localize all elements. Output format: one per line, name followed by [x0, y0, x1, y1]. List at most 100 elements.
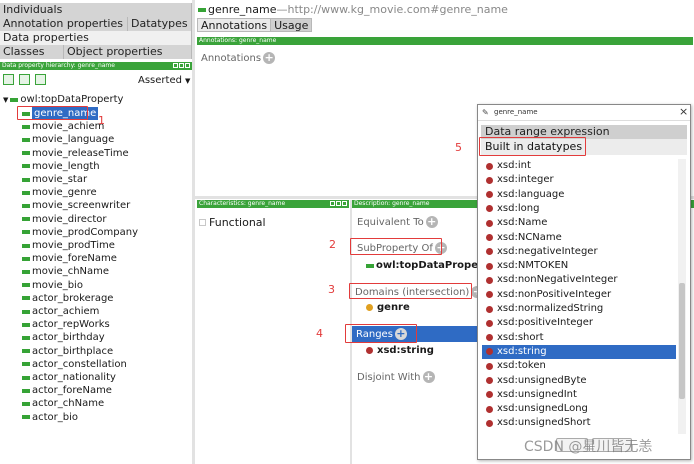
tree-item[interactable]: actor_bio	[22, 411, 78, 424]
datatype-icon	[366, 347, 373, 354]
tree-item[interactable]: movie_prodTime	[22, 239, 115, 252]
tree-item[interactable]: movie_length	[22, 160, 100, 173]
tree-item[interactable]: actor_brokerage	[22, 292, 113, 305]
add-subproperty-icon[interactable]	[3, 74, 14, 85]
tree-item[interactable]: actor_foreName	[22, 384, 112, 397]
datatype-item[interactable]: xsd:long	[486, 202, 680, 216]
data-property-icon	[22, 190, 30, 195]
tree-item[interactable]: actor_achiem	[22, 305, 99, 318]
tree-item[interactable]: actor_birthplace	[22, 345, 113, 358]
tree-root[interactable]: ▼ owl:topDataProperty	[3, 94, 123, 105]
datatype-item[interactable]: xsd:unsignedInt	[486, 388, 680, 402]
datatype-item[interactable]: xsd:unsignedShort	[486, 416, 680, 430]
tree-item[interactable]: movie_language	[22, 133, 114, 146]
datatype-icon	[486, 348, 493, 356]
datatype-item[interactable]: xsd:token	[486, 359, 680, 373]
tree-item[interactable]: movie_releaseTime	[22, 147, 129, 160]
datatype-label: xsd:Name	[497, 217, 548, 229]
datatype-item[interactable]: xsd:short	[486, 331, 680, 345]
datatype-item[interactable]: xsd:unsignedByte	[486, 374, 680, 388]
tab-data-properties[interactable]: Data properties	[0, 31, 192, 45]
red-number-1: 1	[98, 114, 105, 127]
datatype-label: xsd:normalizedString	[497, 303, 604, 314]
left-splitter[interactable]	[192, 0, 195, 464]
dialog-close-button[interactable]: ×	[679, 105, 688, 118]
expand-icon[interactable]: ▼	[3, 96, 8, 104]
asserted-dropdown[interactable]: Asserted ▼	[138, 75, 190, 86]
tab-object-properties[interactable]: Object properties	[64, 45, 192, 59]
delete-property-icon[interactable]	[35, 74, 46, 85]
datatype-item[interactable]: xsd:NCName	[486, 231, 680, 245]
tree-item[interactable]: actor_birthday	[22, 331, 105, 344]
datatype-item[interactable]: xsd:positiveInteger	[486, 316, 680, 330]
datatype-item[interactable]: xsd:NMTOKEN	[486, 259, 680, 273]
add-equivalent-icon[interactable]: +	[425, 216, 438, 228]
tree-item[interactable]: movie_star	[22, 173, 87, 186]
red-box-4	[345, 324, 417, 343]
add-annotation-icon[interactable]: +	[263, 52, 276, 64]
disjoint-section: Disjoint With +	[357, 371, 435, 383]
tree-item[interactable]: movie_prodCompany	[22, 226, 138, 239]
tree-item-label: actor_birthday	[32, 332, 105, 344]
red-number-3: 3	[328, 283, 335, 296]
tree-item[interactable]: actor_chName	[22, 397, 104, 410]
tree-item[interactable]: movie_achiem	[22, 120, 104, 133]
tree-item-label: actor_achiem	[32, 306, 100, 317]
tab-annotation-properties[interactable]: Annotation properties	[0, 17, 128, 31]
tab-usage[interactable]: Usage	[271, 18, 313, 32]
datatype-label: xsd:short	[497, 331, 544, 343]
domains-value[interactable]: genre	[366, 302, 410, 313]
class-icon	[366, 304, 373, 311]
subproperty-value[interactable]: owl:topDataProperty	[366, 260, 494, 271]
add-sibling-icon[interactable]	[19, 74, 30, 85]
datatype-item[interactable]: xsd:language	[486, 188, 680, 202]
tree-item[interactable]: actor_constellation	[22, 358, 127, 371]
datatype-label: xsd:unsignedByte	[497, 374, 587, 386]
data-property-icon	[22, 283, 30, 288]
red-number-5: 5	[455, 141, 462, 154]
datatype-label: xsd:NCName	[497, 231, 562, 243]
functional-checkbox[interactable]	[199, 219, 206, 226]
tree-item[interactable]: movie_chName	[22, 265, 109, 278]
data-property-icon	[22, 164, 30, 169]
datatype-item[interactable]: xsd:nonPositiveInteger	[486, 288, 680, 302]
tree-item[interactable]: movie_genre	[22, 186, 97, 199]
tree-item[interactable]: movie_foreName	[22, 252, 117, 265]
tree-item-label: movie_screenwriter	[32, 200, 131, 212]
tab-annotations[interactable]: Annotations	[197, 18, 272, 32]
datatype-item[interactable]: xsd:string	[482, 344, 676, 359]
functional-row: Functional	[199, 216, 266, 229]
tree-item[interactable]: actor_repWorks	[22, 318, 110, 331]
dialog-app-icon: ✎	[482, 108, 489, 117]
data-property-icon	[22, 137, 30, 142]
equivalent-label: Equivalent To	[357, 216, 424, 228]
datatype-item[interactable]: xsd:nonNegativeInteger	[486, 273, 680, 287]
datatype-item[interactable]: xsd:Name	[486, 216, 680, 230]
entity-tabs: Annotations Usage	[197, 18, 313, 32]
add-disjoint-icon[interactable]: +	[422, 371, 435, 383]
data-property-icon	[22, 362, 30, 367]
red-box-5	[479, 137, 586, 156]
tab-datatypes[interactable]: Datatypes	[128, 17, 192, 31]
ranges-value[interactable]: xsd:string	[366, 345, 434, 356]
dialog-scrollbar[interactable]	[678, 159, 686, 434]
red-number-4: 4	[316, 327, 323, 340]
tab-classes[interactable]: Classes	[0, 45, 64, 59]
dialog-scroll-thumb[interactable]	[679, 283, 685, 399]
datatype-item[interactable]: xsd:integer	[486, 173, 680, 187]
data-property-icon	[22, 269, 30, 274]
tree-item-label: movie_chName	[32, 266, 110, 278]
datatype-label: xsd:unsignedLong	[497, 403, 588, 415]
datatype-item[interactable]: xsd:int	[486, 159, 680, 173]
datatype-item[interactable]: xsd:negativeInteger	[486, 245, 680, 259]
tree-item[interactable]: movie_director	[22, 213, 107, 226]
datatype-item[interactable]: xsd:unsignedLong	[486, 402, 680, 416]
tree-item[interactable]: movie_bio	[22, 279, 83, 292]
datatype-item[interactable]: xsd:normalizedString	[486, 302, 680, 316]
tab-individuals[interactable]: Individuals	[0, 3, 192, 17]
tree-item[interactable]: actor_nationality	[22, 371, 116, 384]
annotations-header: Annotations: genre_name	[197, 37, 693, 45]
data-property-icon	[22, 349, 30, 354]
tree-item[interactable]: movie_screenwriter	[22, 199, 130, 212]
dialog-title: genre_name	[494, 108, 538, 116]
